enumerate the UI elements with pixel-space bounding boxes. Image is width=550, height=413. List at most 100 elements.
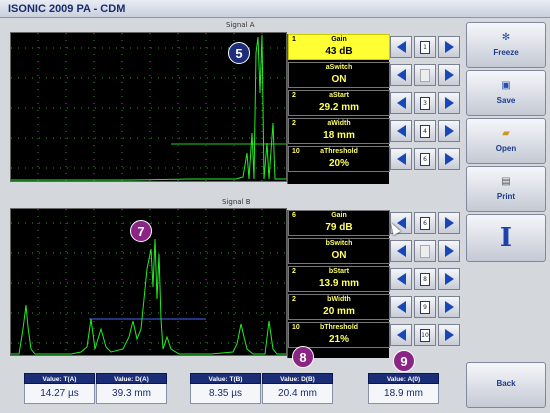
param-bswitch[interactable]: bSwitch ON <box>288 238 390 264</box>
step-icon: 9 <box>420 300 430 314</box>
param-athreshold[interactable]: 10 aThreshold 20% <box>288 146 390 172</box>
step-button[interactable]: 8 <box>414 268 436 290</box>
arrow-right-icon <box>444 301 454 313</box>
param-value: 79 dB <box>325 222 353 233</box>
decrease-button[interactable] <box>390 324 412 346</box>
step-button[interactable]: 9 <box>414 296 436 318</box>
callout-marker-5: 5 <box>228 42 250 64</box>
param-bstart[interactable]: 2 bStart 13.9 mm <box>288 266 390 292</box>
arrow-left-icon <box>396 41 406 53</box>
increase-button[interactable] <box>438 64 460 86</box>
param-value: 21% <box>328 334 349 345</box>
decrease-button[interactable] <box>390 120 412 142</box>
increase-button[interactable] <box>438 212 460 234</box>
increase-button[interactable] <box>438 268 460 290</box>
window-title: ISONIC 2009 PA - CDM <box>8 3 126 15</box>
decrease-button[interactable] <box>390 64 412 86</box>
param-astart[interactable]: 2 aStart 29.2 mm <box>288 90 390 116</box>
readout-value: 14.27 µs <box>24 384 95 404</box>
param-bwidth[interactable]: 2 bWidth 20 mm <box>288 294 390 320</box>
param-aswitch[interactable]: aSwitch ON <box>288 62 390 88</box>
readout-label: Value: T(B) <box>190 373 261 384</box>
print-label: Print <box>496 192 516 201</box>
decrease-button[interactable] <box>390 268 412 290</box>
save-button[interactable]: ▣ Save <box>466 70 546 116</box>
param-value: ON <box>331 250 347 261</box>
arrow-right-icon <box>444 329 454 341</box>
readout-label: Value: A(0) <box>368 373 439 384</box>
param-value: 20% <box>328 158 349 169</box>
increase-button[interactable] <box>438 120 460 142</box>
callout-marker-9: 9 <box>393 350 415 372</box>
step-button <box>414 240 436 262</box>
back-button[interactable]: Back <box>466 362 546 408</box>
readout-group-a: Value: T(A) 14.27 µs Value: D(A) 39.3 mm <box>24 373 168 407</box>
readout-value: 18.9 mm <box>368 384 439 404</box>
param-value: 43 dB <box>325 46 353 57</box>
decrease-button[interactable] <box>390 240 412 262</box>
arrow-left-icon <box>396 273 406 285</box>
param-gain-a[interactable]: 1 Gain 43 dB <box>288 34 390 60</box>
param-bthreshold[interactable]: 10 bThreshold 21% <box>288 322 390 348</box>
back-label: Back <box>496 379 516 388</box>
signal-b-params: 6 Gain 79 dB bSwitch ON 2 bStart 13.9 mm… <box>287 210 390 358</box>
step-icon: 1 <box>420 40 430 54</box>
step-button[interactable]: 6 <box>414 148 436 170</box>
save-label: Save <box>496 96 516 105</box>
step-button[interactable]: 4 <box>414 120 436 142</box>
folder-icon: ▰ <box>502 128 510 139</box>
signal-a-start-controls: 3 <box>390 90 460 114</box>
decrease-button[interactable] <box>390 148 412 170</box>
step-icon: 4 <box>420 124 430 138</box>
increase-button[interactable] <box>438 240 460 262</box>
increase-button[interactable] <box>438 296 460 318</box>
signal-a-params: 1 Gain 43 dB aSwitch ON 2 aStart 29.2 mm… <box>287 34 390 184</box>
param-name: aThreshold <box>320 148 358 155</box>
param-name: bStart <box>328 268 350 275</box>
callout-marker-7: 7 <box>130 220 152 242</box>
param-name: bThreshold <box>319 324 359 331</box>
freeze-button[interactable]: ✻ Freeze <box>466 22 546 68</box>
param-name: bWidth <box>327 296 351 303</box>
readout-a-0: Value: A(0) 18.9 mm <box>368 373 439 407</box>
readout-value: 39.3 mm <box>96 384 167 404</box>
param-awidth[interactable]: 2 aWidth 18 mm <box>288 118 390 144</box>
arrow-right-icon <box>444 245 454 257</box>
increase-button[interactable] <box>438 148 460 170</box>
arrow-right-icon <box>444 97 454 109</box>
increase-button[interactable] <box>438 36 460 58</box>
text-cursor-icon: I <box>499 223 513 253</box>
readout-value: 8.35 µs <box>190 384 261 404</box>
param-name: Gain <box>331 36 347 43</box>
param-name: aWidth <box>327 120 351 127</box>
step-button[interactable]: 6 <box>414 212 436 234</box>
step-button[interactable]: 1 <box>414 36 436 58</box>
snowflake-icon: ✻ <box>501 32 511 43</box>
param-value: 20 mm <box>323 306 355 317</box>
signal-a-width-controls: 4 <box>390 118 460 142</box>
decrease-button[interactable] <box>390 296 412 318</box>
decrease-button[interactable] <box>390 92 412 114</box>
cursor-button[interactable]: I <box>466 214 546 262</box>
readout-label: Value: D(B) <box>262 373 333 384</box>
increase-button[interactable] <box>438 92 460 114</box>
arrow-right-icon <box>444 153 454 165</box>
arrow-left-icon <box>396 301 406 313</box>
open-button[interactable]: ▰ Open <box>466 118 546 164</box>
step-button[interactable]: 3 <box>414 92 436 114</box>
step-button[interactable]: 10 <box>414 324 436 346</box>
decrease-button[interactable] <box>390 36 412 58</box>
arrow-right-icon <box>444 125 454 137</box>
open-label: Open <box>495 144 517 153</box>
param-gain-b[interactable]: 6 Gain 79 dB <box>288 210 390 236</box>
arrow-left-icon <box>396 97 406 109</box>
arrow-left-icon <box>396 69 406 81</box>
signal-b-switch-controls <box>390 238 460 262</box>
readout-value: 20.4 mm <box>262 384 333 404</box>
print-button[interactable]: ▤ Print <box>466 166 546 212</box>
readout-d-a: Value: D(A) 39.3 mm <box>96 373 167 407</box>
callout-marker-8: 8 <box>292 346 314 368</box>
step-icon: 6 <box>420 152 430 166</box>
arrow-right-icon <box>444 41 454 53</box>
increase-button[interactable] <box>438 324 460 346</box>
